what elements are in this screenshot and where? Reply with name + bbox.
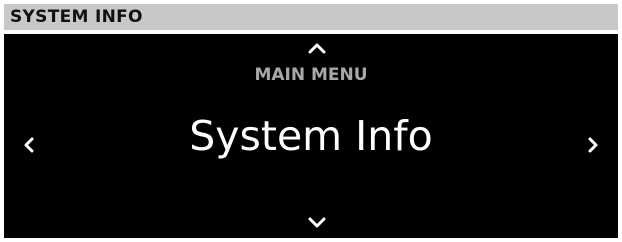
current-menu-item[interactable]: System Info xyxy=(4,111,618,161)
chevron-right-icon[interactable] xyxy=(586,134,600,156)
menu-screen: MAIN MENU System Info xyxy=(4,34,618,238)
parent-menu-label: MAIN MENU xyxy=(254,65,368,85)
header-bar: SYSTEM INFO xyxy=(4,4,618,30)
page-title: SYSTEM INFO xyxy=(10,7,143,27)
chevron-down-icon[interactable] xyxy=(306,216,328,230)
chevron-up-icon[interactable] xyxy=(306,41,328,55)
